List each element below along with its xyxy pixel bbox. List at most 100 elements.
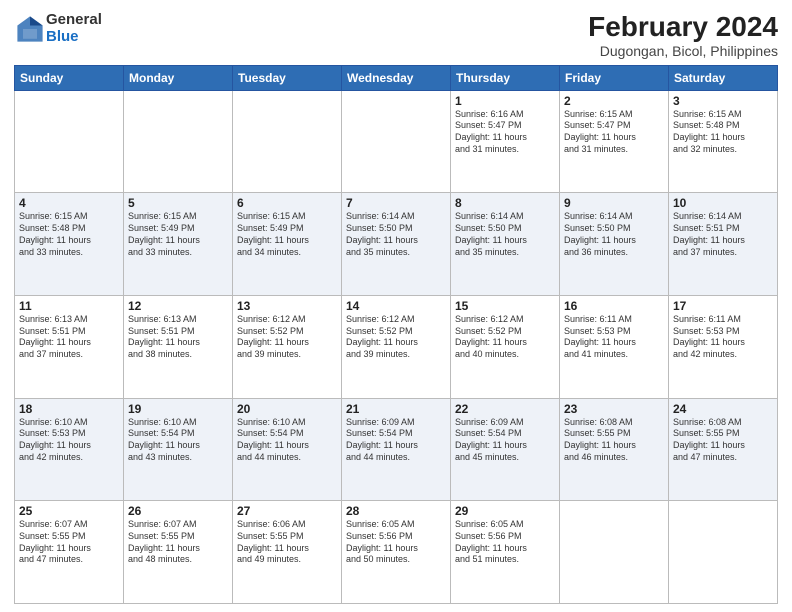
day-number: 10 (673, 196, 773, 210)
table-row: 8Sunrise: 6:14 AMSunset: 5:50 PMDaylight… (451, 193, 560, 296)
table-row: 29Sunrise: 6:05 AMSunset: 5:56 PMDayligh… (451, 501, 560, 604)
day-number: 21 (346, 402, 446, 416)
logo: General Blue (14, 12, 102, 45)
title-block: February 2024 Dugongan, Bicol, Philippin… (588, 12, 778, 59)
col-tuesday: Tuesday (233, 65, 342, 90)
table-row: 19Sunrise: 6:10 AMSunset: 5:54 PMDayligh… (124, 398, 233, 501)
table-row: 5Sunrise: 6:15 AMSunset: 5:49 PMDaylight… (124, 193, 233, 296)
day-number: 12 (128, 299, 228, 313)
calendar-week-row: 1Sunrise: 6:16 AMSunset: 5:47 PMDaylight… (15, 90, 778, 193)
day-info: Sunrise: 6:06 AMSunset: 5:55 PMDaylight:… (237, 519, 337, 566)
day-number: 18 (19, 402, 119, 416)
table-row: 16Sunrise: 6:11 AMSunset: 5:53 PMDayligh… (560, 296, 669, 399)
day-info: Sunrise: 6:10 AMSunset: 5:54 PMDaylight:… (128, 417, 228, 464)
day-info: Sunrise: 6:05 AMSunset: 5:56 PMDaylight:… (346, 519, 446, 566)
day-info: Sunrise: 6:13 AMSunset: 5:51 PMDaylight:… (128, 314, 228, 361)
col-friday: Friday (560, 65, 669, 90)
logo-text: General Blue (46, 12, 102, 45)
table-row: 4Sunrise: 6:15 AMSunset: 5:48 PMDaylight… (15, 193, 124, 296)
table-row: 15Sunrise: 6:12 AMSunset: 5:52 PMDayligh… (451, 296, 560, 399)
day-info: Sunrise: 6:05 AMSunset: 5:56 PMDaylight:… (455, 519, 555, 566)
day-number: 16 (564, 299, 664, 313)
table-row (233, 90, 342, 193)
day-number: 28 (346, 504, 446, 518)
table-row: 10Sunrise: 6:14 AMSunset: 5:51 PMDayligh… (669, 193, 778, 296)
calendar-week-row: 11 Sunrise: 6:13 AMSunset: 5:51 PMDayligh… (15, 296, 778, 399)
day-number: 6 (237, 196, 337, 210)
col-wednesday: Wednesday (342, 65, 451, 90)
table-row: 6Sunrise: 6:15 AMSunset: 5:49 PMDaylight… (233, 193, 342, 296)
logo-icon (16, 15, 44, 43)
day-number: 1 (455, 94, 555, 108)
day-number: 7 (346, 196, 446, 210)
main-title: February 2024 (588, 12, 778, 43)
col-thursday: Thursday (451, 65, 560, 90)
table-row: 25Sunrise: 6:07 AMSunset: 5:55 PMDayligh… (15, 501, 124, 604)
col-saturday: Saturday (669, 65, 778, 90)
table-row: 22Sunrise: 6:09 AMSunset: 5:54 PMDayligh… (451, 398, 560, 501)
day-info: Sunrise: 6:15 AMSunset: 5:48 PMDaylight:… (673, 109, 773, 156)
day-number: 2 (564, 94, 664, 108)
calendar-week-row: 4Sunrise: 6:15 AMSunset: 5:48 PMDaylight… (15, 193, 778, 296)
table-row: 12Sunrise: 6:13 AMSunset: 5:51 PMDayligh… (124, 296, 233, 399)
day-number: 17 (673, 299, 773, 313)
table-row: 27Sunrise: 6:06 AMSunset: 5:55 PMDayligh… (233, 501, 342, 604)
table-row (342, 90, 451, 193)
day-info: Sunrise: 6:14 AMSunset: 5:51 PMDaylight:… (673, 211, 773, 258)
table-row: 24Sunrise: 6:08 AMSunset: 5:55 PMDayligh… (669, 398, 778, 501)
day-info: Sunrise: 6:12 AMSunset: 5:52 PMDaylight:… (237, 314, 337, 361)
table-row (669, 501, 778, 604)
day-info: Sunrise: 6:15 AMSunset: 5:49 PMDaylight:… (128, 211, 228, 258)
table-row: 2Sunrise: 6:15 AMSunset: 5:47 PMDaylight… (560, 90, 669, 193)
table-row: 14Sunrise: 6:12 AMSunset: 5:52 PMDayligh… (342, 296, 451, 399)
day-info: Sunrise: 6:16 AMSunset: 5:47 PMDaylight:… (455, 109, 555, 156)
logo-general: General (46, 12, 102, 29)
day-number: 25 (19, 504, 119, 518)
day-info: Sunrise: 6:12 AMSunset: 5:52 PMDaylight:… (346, 314, 446, 361)
table-row: 11Sunrise: 6:13 AMSunset: 5:51 PMDayligh… (15, 296, 124, 399)
day-info: Sunrise: 6:08 AMSunset: 5:55 PMDaylight:… (673, 417, 773, 464)
day-number: 15 (455, 299, 555, 313)
day-info: Sunrise: 6:11 AMSunset: 5:53 PMDaylight:… (564, 314, 664, 361)
table-row: 18Sunrise: 6:10 AMSunset: 5:53 PMDayligh… (15, 398, 124, 501)
day-number: 24 (673, 402, 773, 416)
day-number: 11 (19, 299, 119, 313)
calendar-week-row: 25Sunrise: 6:07 AMSunset: 5:55 PMDayligh… (15, 501, 778, 604)
day-info: Sunrise: 6:07 AMSunset: 5:55 PMDaylight:… (19, 519, 119, 566)
logo-blue: Blue (46, 29, 102, 46)
page: General Blue February 2024 Dugongan, Bic… (0, 0, 792, 612)
calendar-table: Sunday Monday Tuesday Wednesday Thursday… (14, 65, 778, 604)
day-info: Sunrise: 6:15 AMSunset: 5:47 PMDaylight:… (564, 109, 664, 156)
day-number: 29 (455, 504, 555, 518)
day-number: 20 (237, 402, 337, 416)
day-number: 27 (237, 504, 337, 518)
day-number: 4 (19, 196, 119, 210)
col-sunday: Sunday (15, 65, 124, 90)
day-info: Sunrise: 6:14 AMSunset: 5:50 PMDaylight:… (455, 211, 555, 258)
day-number: 9 (564, 196, 664, 210)
table-row: 21Sunrise: 6:09 AMSunset: 5:54 PMDayligh… (342, 398, 451, 501)
day-number: 23 (564, 402, 664, 416)
calendar-week-row: 18Sunrise: 6:10 AMSunset: 5:53 PMDayligh… (15, 398, 778, 501)
day-number: 26 (128, 504, 228, 518)
table-row (15, 90, 124, 193)
table-row: 20Sunrise: 6:10 AMSunset: 5:54 PMDayligh… (233, 398, 342, 501)
day-number: 13 (237, 299, 337, 313)
day-info: Sunrise: 6:14 AMSunset: 5:50 PMDaylight:… (564, 211, 664, 258)
table-row: 3Sunrise: 6:15 AMSunset: 5:48 PMDaylight… (669, 90, 778, 193)
table-row (124, 90, 233, 193)
table-row: 1Sunrise: 6:16 AMSunset: 5:47 PMDaylight… (451, 90, 560, 193)
day-number: 3 (673, 94, 773, 108)
day-number: 14 (346, 299, 446, 313)
day-info: Sunrise: 6:14 AMSunset: 5:50 PMDaylight:… (346, 211, 446, 258)
day-info: Sunrise: 6:09 AMSunset: 5:54 PMDaylight:… (455, 417, 555, 464)
day-info: Sunrise: 6:09 AMSunset: 5:54 PMDaylight:… (346, 417, 446, 464)
col-monday: Monday (124, 65, 233, 90)
day-info: Sunrise: 6:10 AMSunset: 5:53 PMDaylight:… (19, 417, 119, 464)
table-row: 23Sunrise: 6:08 AMSunset: 5:55 PMDayligh… (560, 398, 669, 501)
table-row: 26Sunrise: 6:07 AMSunset: 5:55 PMDayligh… (124, 501, 233, 604)
day-number: 5 (128, 196, 228, 210)
calendar-header-row: Sunday Monday Tuesday Wednesday Thursday… (15, 65, 778, 90)
day-number: 19 (128, 402, 228, 416)
table-row: 7Sunrise: 6:14 AMSunset: 5:50 PMDaylight… (342, 193, 451, 296)
